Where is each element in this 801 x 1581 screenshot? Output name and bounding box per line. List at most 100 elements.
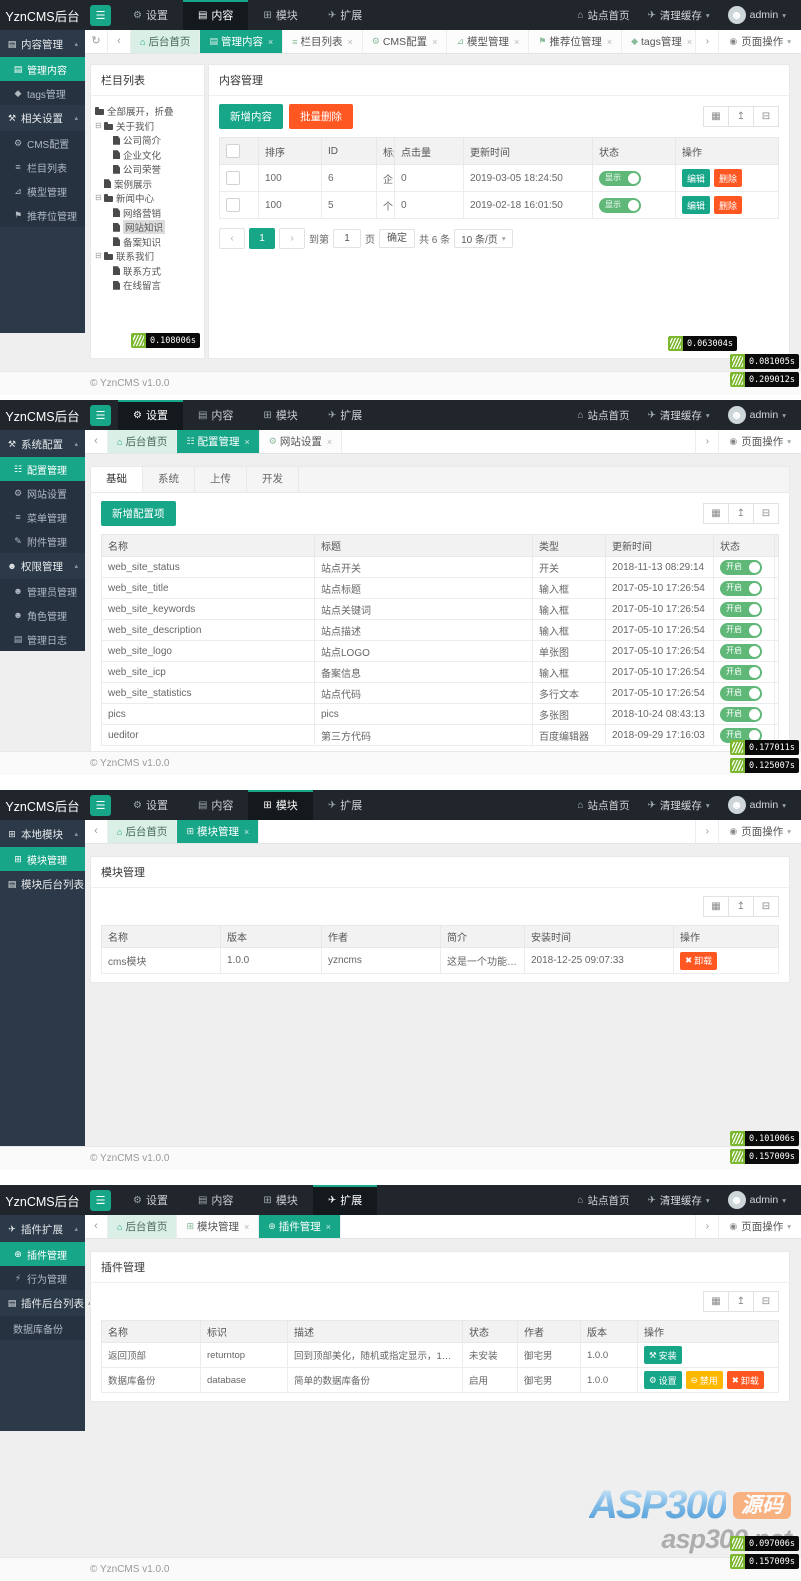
sidebar-group-header[interactable]: ⚒ 系统配置 ▴ [0,431,85,457]
tab-close-icon[interactable]: × [244,827,249,837]
page-actions-dropdown[interactable]: ◉ 页面操作 ▾ [718,1215,801,1238]
config-tab[interactable]: 系统 [143,467,195,492]
filter-columns-icon[interactable]: ▦ [703,503,729,524]
settings-button[interactable]: ⚙ 设置 [644,1371,682,1389]
site-home-link[interactable]: ⌂ 站点首页 [568,408,638,423]
status-toggle[interactable]: 显示 [599,170,641,186]
sidebar-group-header[interactable]: ☻ 权限管理 ▴ [0,553,85,579]
confirm-page-button[interactable]: 确定 [379,229,415,248]
tab[interactable]: ⊞ 模块管理 × [177,820,260,843]
tab-close-icon[interactable]: × [326,1222,331,1232]
top-nav-item[interactable]: ▤ 内容 [182,0,249,30]
add-config-button[interactable]: 新增配置项 [101,501,176,526]
tree-node[interactable]: 备案知识 [95,235,200,250]
tree-node[interactable]: 公司简介 [95,133,200,148]
current-page-button[interactable]: 1 [249,228,275,249]
tab[interactable]: ⚙ 网站设置 × [259,430,343,453]
tabs-back-button[interactable]: ‹ [108,30,131,53]
print-icon[interactable]: ⊟ [753,503,779,524]
tree-node[interactable]: 全部展开，折叠 [95,104,200,119]
status-toggle[interactable]: 显示 [599,197,641,213]
tree-node[interactable]: 在线留言 [95,278,200,293]
export-icon[interactable]: ↥ [728,106,754,127]
top-nav-item[interactable]: ⊞ 模块 [248,1185,312,1215]
export-icon[interactable]: ↥ [728,1291,754,1312]
tabs-forward-button[interactable]: › [695,1215,718,1238]
tab[interactable]: ⌂ 后台首页 [108,820,178,843]
page-actions-dropdown[interactable]: ◉ 页面操作 ▾ [718,30,801,53]
page-actions-dropdown[interactable]: ◉ 页面操作 ▾ [718,430,801,453]
site-home-link[interactable]: ⌂ 站点首页 [568,8,638,23]
status-toggle[interactable]: 开启 [720,601,762,617]
thinkphp-trace-badge[interactable]: 0.157009s [729,1554,799,1569]
status-toggle[interactable]: 开启 [720,685,762,701]
install-button[interactable]: ⚒ 安装 [644,1346,682,1364]
sidebar-group-header[interactable]: ▤ 内容管理 ▴ [0,31,85,57]
refresh-button[interactable]: ↻ [85,30,108,53]
sidebar-item[interactable]: ✎ 附件管理 [0,529,85,553]
tree-node[interactable]: 案例展示 [95,177,200,192]
config-tab[interactable]: 上传 [195,467,247,492]
goto-page-input[interactable]: 1 [333,229,361,248]
tab-close-icon[interactable]: × [245,437,250,447]
tabs-back-button[interactable]: ‹ [85,430,108,453]
user-menu[interactable]: ☻ admin ▾ [719,6,795,24]
top-nav-item[interactable]: ⊞ 模块 [248,400,312,430]
clear-cache-dropdown[interactable]: ✈ 清理缓存 ▾ [638,1193,718,1208]
site-home-link[interactable]: ⌂ 站点首页 [568,798,638,813]
tab-close-icon[interactable]: × [268,37,273,47]
thinkphp-trace-badge[interactable]: 0.097006s [729,1536,799,1551]
top-nav-item[interactable]: ▤ 内容 [183,790,248,820]
tabs-forward-button[interactable]: › [695,30,718,53]
tree-node[interactable]: ⊟ 联系我们 [95,249,200,264]
sidebar-item[interactable]: ⚙ CMS配置 [0,131,85,155]
tabs-back-button[interactable]: ‹ [85,1215,108,1238]
sidebar-item[interactable]: ☻ 角色管理 [0,603,85,627]
tree-node[interactable]: 联系方式 [95,264,200,279]
top-nav-item[interactable]: ✈ 扩展 [313,0,377,30]
next-page-button[interactable]: › [279,228,305,249]
config-tab[interactable]: 基础 [91,467,143,492]
tab[interactable]: ◆ tags管理 × [622,30,696,53]
user-menu[interactable]: ☻ admin ▾ [719,406,795,424]
select-all-checkbox[interactable] [226,144,240,158]
prev-page-button[interactable]: ‹ [219,228,245,249]
collapse-icon[interactable]: ⊟ [95,252,104,260]
sidebar-group-header[interactable]: ▤ 插件后台列表 ▴ [0,1290,92,1316]
status-toggle[interactable]: 开启 [720,559,762,575]
filter-columns-icon[interactable]: ▦ [703,896,729,917]
thinkphp-trace-badge[interactable]: 0.209012s [729,372,799,387]
filter-columns-icon[interactable]: ▦ [703,1291,729,1312]
sidebar-toggle-button[interactable]: ☰ [90,404,111,426]
site-home-link[interactable]: ⌂ 站点首页 [568,1193,638,1208]
tree-node[interactable]: 网络营销 [95,206,200,221]
sidebar-item[interactable]: ⊕ 插件管理 [0,1242,85,1266]
tab-close-icon[interactable]: × [514,37,519,47]
sidebar-item[interactable]: ◆ tags管理 [0,81,85,105]
tree-node[interactable]: 网站知识 [95,220,200,235]
thinkphp-trace-badge[interactable]: 0.177011s [729,740,799,755]
sidebar-toggle-button[interactable]: ☰ [90,1189,111,1211]
sidebar-item[interactable]: ⚡ 行为管理 [0,1266,85,1290]
edit-button[interactable]: 编辑 [682,196,711,214]
tab-close-icon[interactable]: × [432,37,437,47]
sidebar-item[interactable]: ▤ 管理日志 [0,627,85,651]
sidebar-item[interactable]: ⚑ 推荐位管理 [0,203,85,227]
clear-cache-dropdown[interactable]: ✈ 清理缓存 ▾ [638,408,718,423]
tab-close-icon[interactable]: × [687,37,692,47]
filter-columns-icon[interactable]: ▦ [703,106,729,127]
sidebar-item[interactable]: ⊿ 模型管理 [0,179,85,203]
sidebar-group-header[interactable]: ▤ 模块后台列表 [0,871,85,897]
edit-button[interactable]: 编辑 [682,169,711,187]
thinkphp-trace-badge[interactable]: 0.063004s [667,336,737,351]
delete-button[interactable]: 删除 [714,169,743,187]
tab[interactable]: ⊞ 模块管理 × [177,1215,260,1238]
top-nav-item[interactable]: ✈ 扩展 [313,400,377,430]
sidebar-toggle-button[interactable]: ☰ [90,4,111,26]
uninstall-button[interactable]: ✖ 卸载 [726,1371,764,1389]
tab-close-icon[interactable]: × [327,437,332,447]
sidebar-item[interactable]: ⊞ 模块管理 [0,847,85,871]
tabs-back-button[interactable]: ‹ [85,820,108,843]
status-toggle[interactable]: 开启 [720,622,762,638]
sidebar-group-header[interactable]: ⚒ 相关设置 ▴ [0,105,85,131]
